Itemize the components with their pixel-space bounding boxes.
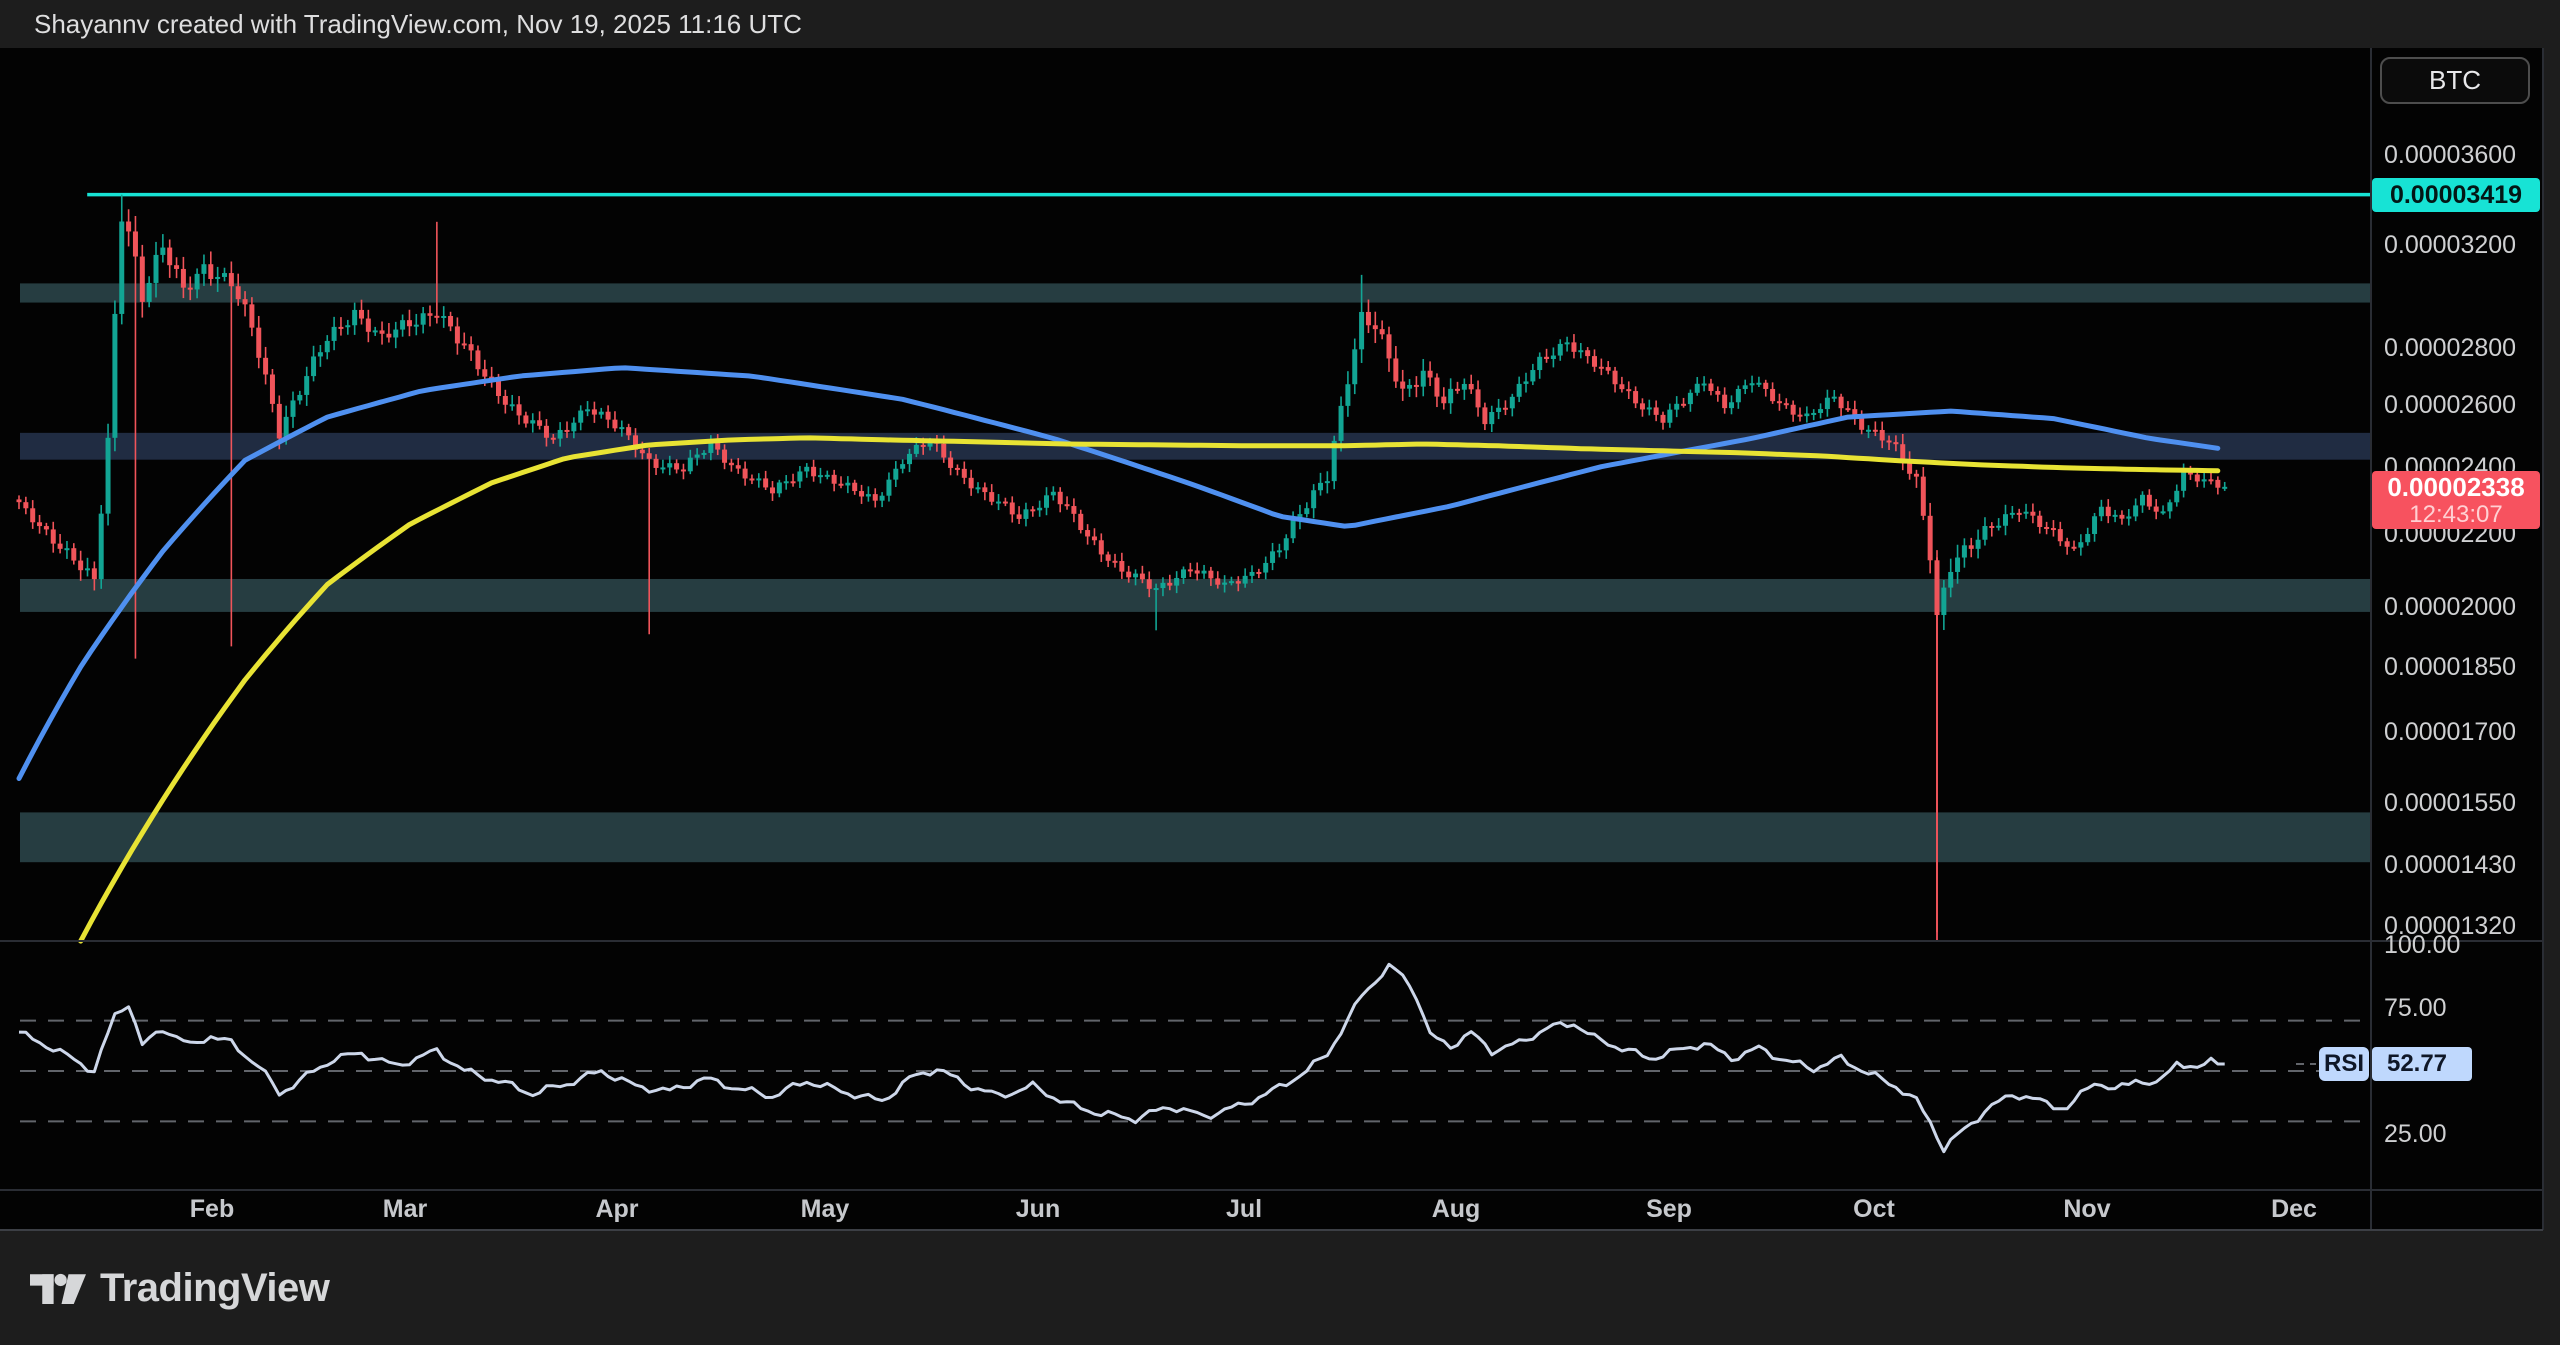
footer-bar: TradingView xyxy=(0,1232,2560,1345)
price-tick-0.00003200: 0.00003200 xyxy=(2384,230,2554,260)
symbol-button[interactable]: BTC xyxy=(2380,57,2530,104)
price-tick-0.00003600: 0.00003600 xyxy=(2384,140,2554,170)
bar-countdown-timer: 12:43:07 xyxy=(2372,502,2540,527)
rsi-tick-75.00: 75.00 xyxy=(2384,993,2554,1023)
month-label-Aug: Aug xyxy=(1411,1194,1501,1224)
price-tick-0.00002000: 0.00002000 xyxy=(2384,592,2554,622)
price-tick-0.00001850: 0.00001850 xyxy=(2384,652,2554,682)
rsi-tick-25.00: 25.00 xyxy=(2384,1119,2554,1149)
month-label-Feb: Feb xyxy=(167,1194,257,1224)
top-credit-bar: Shayannv created with TradingView.com, N… xyxy=(0,0,2560,48)
tradingview-wordmark: TradingView xyxy=(100,1232,329,1345)
month-label-Oct: Oct xyxy=(1829,1194,1919,1224)
month-label-Sep: Sep xyxy=(1624,1194,1714,1224)
month-label-Dec: Dec xyxy=(2249,1194,2339,1224)
last-price-value: 0.00002338 xyxy=(2372,473,2540,502)
rsi-value-pill: 52.77 xyxy=(2373,1047,2461,1081)
price-tick-0.00001700: 0.00001700 xyxy=(2384,717,2554,747)
rsi-tick-100.00: 100.00 xyxy=(2384,930,2554,960)
tradingview-logo-icon xyxy=(30,1262,86,1318)
month-label-Jul: Jul xyxy=(1199,1194,1289,1224)
price-tick-0.00002600: 0.00002600 xyxy=(2384,390,2554,420)
month-label-Apr: Apr xyxy=(572,1194,662,1224)
price-tick-0.00001550: 0.00001550 xyxy=(2384,788,2554,818)
chart-canvas[interactable] xyxy=(0,48,2543,1231)
month-label-Jun: Jun xyxy=(993,1194,1083,1224)
rsi-indicator-badge[interactable]: RSI 52.77 xyxy=(2319,1047,2461,1081)
chart-credit-text: Shayannv created with TradingView.com, N… xyxy=(34,0,802,48)
month-label-Mar: Mar xyxy=(360,1194,450,1224)
price-tick-0.00001430: 0.00001430 xyxy=(2384,850,2554,880)
resistance-price-badge: 0.00003419 xyxy=(2372,178,2540,212)
month-label-Nov: Nov xyxy=(2042,1194,2132,1224)
month-label-May: May xyxy=(780,1194,870,1224)
rsi-label-pill[interactable]: RSI xyxy=(2319,1047,2369,1081)
price-tick-0.00002800: 0.00002800 xyxy=(2384,333,2554,363)
last-price-badge: 0.00002338 12:43:07 xyxy=(2372,471,2540,529)
